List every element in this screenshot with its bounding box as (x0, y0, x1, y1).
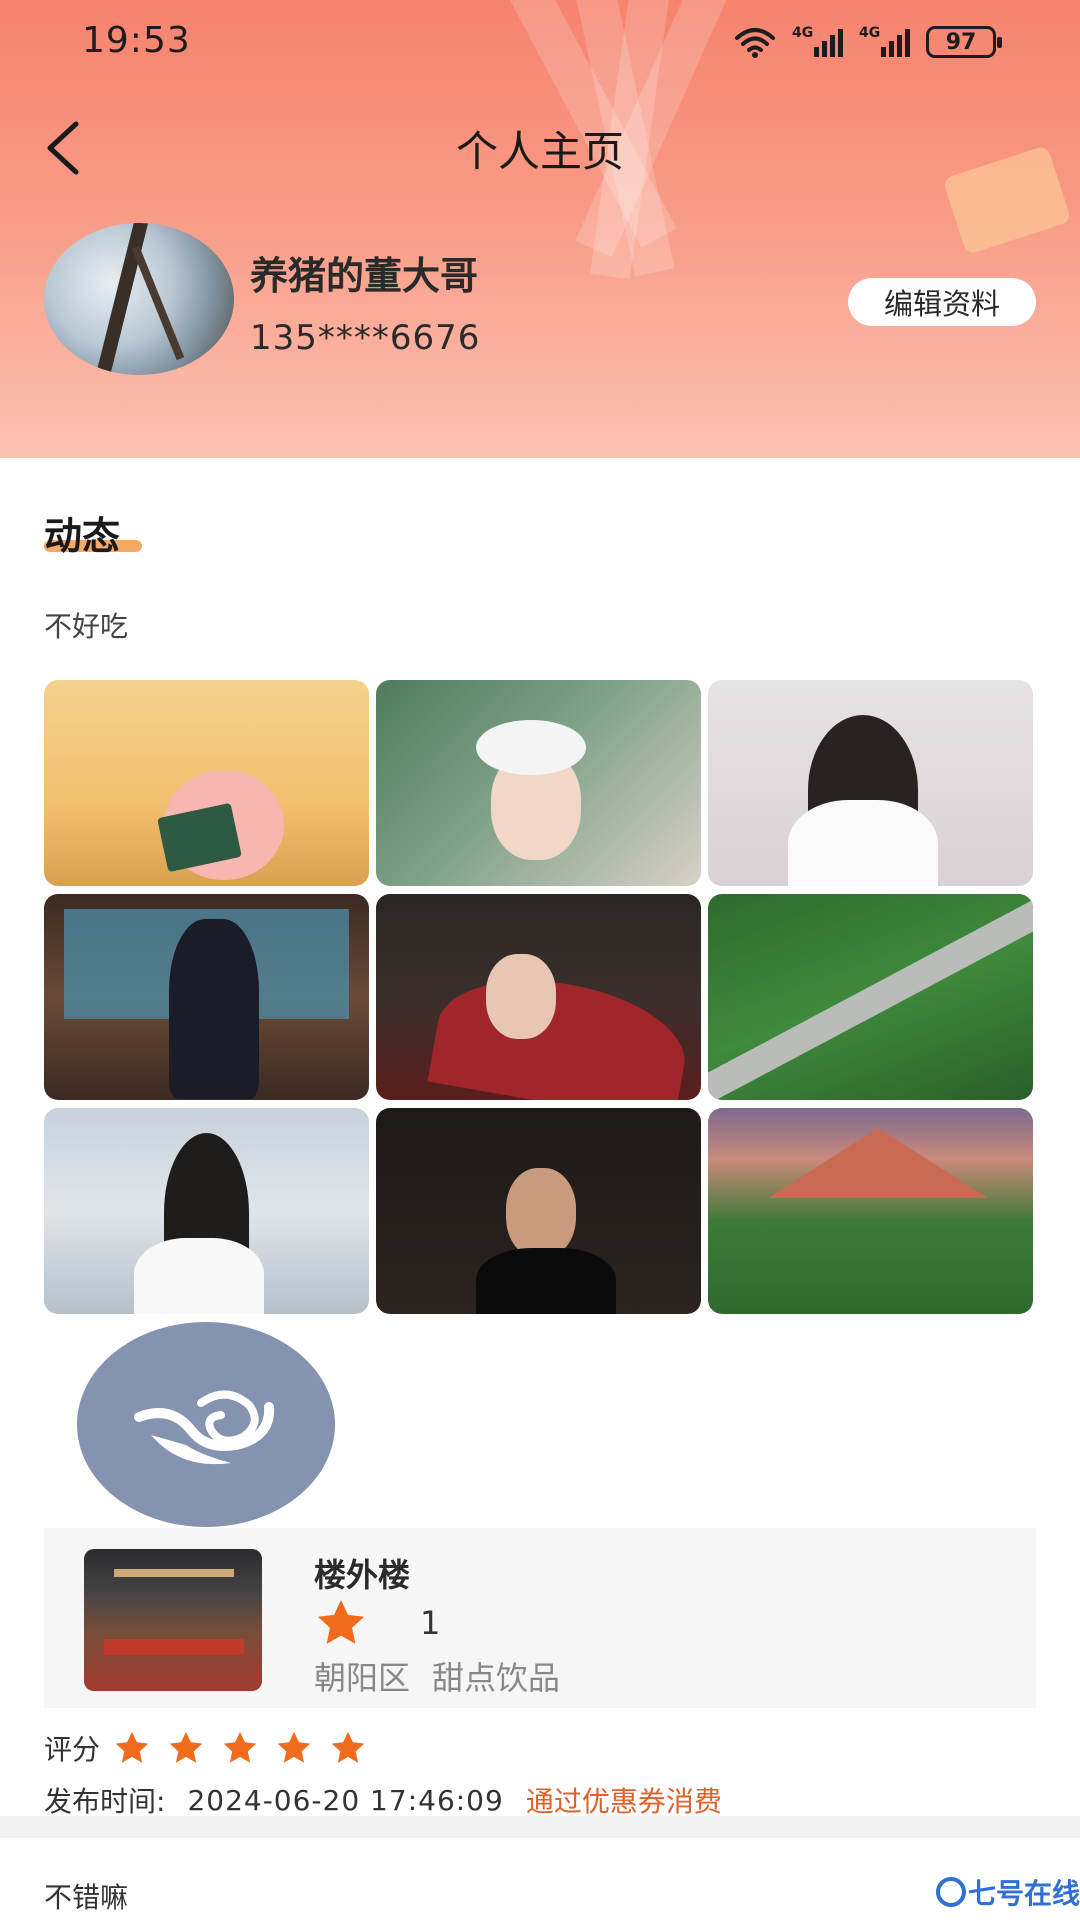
shop-card[interactable]: 楼外楼 1 朝阳区 甜点饮品 (44, 1528, 1036, 1708)
post-image-gallery (44, 680, 1033, 1314)
star-icon (277, 1731, 311, 1763)
user-name: 养猪的董大哥 (250, 254, 479, 298)
star-icon (223, 1731, 257, 1763)
star-icon (331, 1731, 365, 1763)
shop-category: 甜点饮品 (432, 1659, 561, 1697)
network-type-label: 4G (859, 25, 881, 41)
section-title-feed: 动态 (44, 514, 121, 558)
avatar[interactable] (44, 223, 234, 375)
shop-district: 朝阳区 (314, 1659, 411, 1697)
status-time: 19:53 (82, 20, 191, 61)
post-image[interactable] (376, 894, 701, 1100)
battery-icon: 97 (926, 26, 1002, 58)
shop-logo[interactable] (77, 1322, 335, 1527)
coupon-consumption-tag: 通过优惠券消费 (525, 1785, 722, 1818)
post-divider (0, 1816, 1080, 1838)
star-icon (169, 1731, 203, 1763)
chevron-left-icon (47, 121, 79, 175)
post-image[interactable] (708, 680, 1033, 886)
avatar-image-detail (92, 223, 150, 375)
avatar-image-detail (131, 245, 185, 361)
post-image[interactable] (708, 894, 1033, 1100)
post-image[interactable] (376, 680, 701, 886)
publish-label: 发布时间: (44, 1785, 166, 1818)
publish-time: 2024-06-20 17:46:09 (187, 1783, 504, 1817)
status-icons: 4G 4G 97 (734, 22, 1002, 62)
post-text: 不好吃 (44, 610, 129, 643)
review-score-row: 评分 (44, 1728, 368, 1768)
shop-name: 楼外楼 (314, 1556, 411, 1594)
shop-thumbnail (84, 1549, 262, 1691)
publish-row: 发布时间: 2024-06-20 17:46:09 通过优惠券消费 (44, 1780, 722, 1820)
user-phone: 135****6676 (250, 318, 481, 358)
watermark: 七号在线 (935, 1872, 1080, 1912)
cellular-signal-2-icon: 4G (859, 25, 910, 57)
watermark-logo-icon (935, 1877, 966, 1907)
post-image[interactable] (44, 894, 369, 1100)
page-title: 个人主页 (455, 127, 624, 176)
snail-logo-icon (134, 1390, 275, 1464)
star-icon (115, 1731, 149, 1763)
post-text: 不错嘛 (44, 1881, 129, 1914)
status-bar: 19:53 4G 4G 97 (0, 0, 1080, 84)
post-image[interactable] (708, 1108, 1033, 1314)
edit-profile-button[interactable]: 编辑资料 (848, 278, 1036, 326)
battery-level: 97 (945, 29, 977, 55)
star-icon (317, 1600, 365, 1644)
cellular-signal-1-icon: 4G (792, 25, 843, 57)
post-image[interactable] (44, 1108, 369, 1314)
score-label: 评分 (44, 1733, 101, 1766)
network-type-label: 4G (792, 25, 814, 41)
shop-rating-value: 1 (420, 1604, 441, 1642)
post-image[interactable] (376, 1108, 701, 1314)
post-image[interactable] (44, 680, 369, 886)
score-stars (112, 1729, 368, 1767)
shop-meta: 朝阳区 甜点饮品 (314, 1653, 560, 1699)
wifi-icon (735, 28, 775, 58)
back-button[interactable] (40, 118, 90, 178)
watermark-text: 七号在线 (967, 1877, 1080, 1910)
